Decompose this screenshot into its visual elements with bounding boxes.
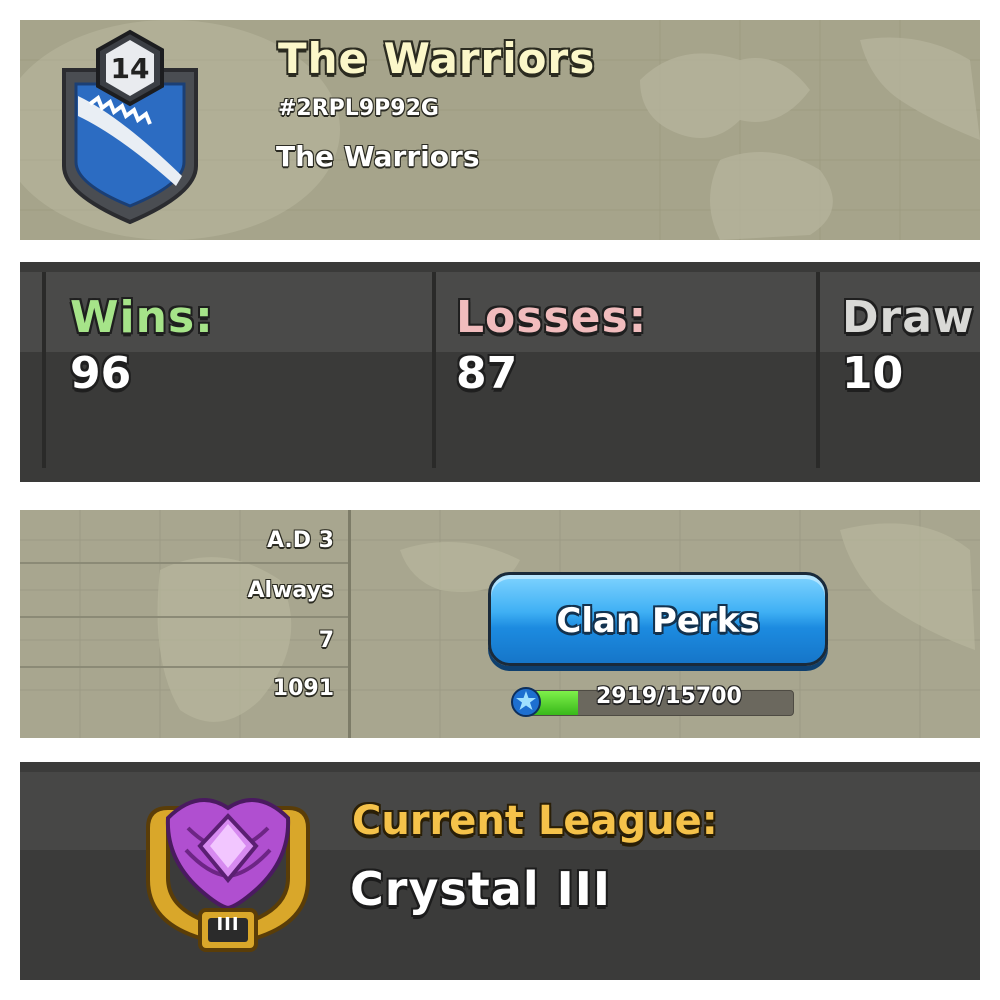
stat-divider — [432, 272, 436, 468]
info-value-war-league: A.D 3 — [266, 528, 334, 553]
clan-header-panel: 14 The Warriors #2RPL9P92G The Warriors — [20, 20, 980, 240]
clan-xp-text: 2919/15700 — [596, 684, 742, 709]
clan-info-panel: A.D 3 Always 7 1091 Clan Perks 2919/1570… — [20, 510, 980, 738]
stat-divider — [816, 272, 820, 468]
clan-tag[interactable]: #2RPL9P92G — [278, 96, 439, 121]
info-value-win-streak: 7 — [318, 628, 334, 653]
info-column-divider — [348, 510, 351, 738]
xp-star-icon — [511, 687, 541, 717]
clan-perks-button[interactable]: Clan Perks — [488, 572, 828, 666]
current-league-label: Current League: — [352, 798, 718, 844]
clan-description: The Warriors — [276, 140, 480, 173]
league-panel: III Current League: Crystal III — [20, 762, 980, 980]
clan-perks-label: Clan Perks — [556, 601, 760, 641]
info-row-separator — [20, 562, 350, 564]
clan-name: The Warriors — [278, 34, 596, 83]
league-tier-badge: III — [216, 914, 240, 935]
draws-label: Draw — [842, 292, 975, 343]
info-value-trophies: 1091 — [272, 676, 334, 701]
war-record-panel: Wins: 96 Losses: 87 Draw 10 — [20, 262, 980, 482]
losses-value: 87 — [456, 348, 518, 399]
stat-divider — [42, 272, 46, 468]
clan-level: 14 — [110, 52, 150, 85]
draws-value: 10 — [842, 348, 904, 399]
wins-label: Wins: — [70, 292, 214, 343]
losses-label: Losses: — [456, 292, 648, 343]
crystal-league-icon — [146, 798, 310, 952]
current-league-name: Crystal III — [350, 862, 611, 916]
wins-value: 96 — [70, 348, 132, 399]
info-row-separator — [20, 666, 350, 668]
info-value-war-frequency: Always — [247, 578, 335, 603]
info-row-separator — [20, 616, 350, 618]
